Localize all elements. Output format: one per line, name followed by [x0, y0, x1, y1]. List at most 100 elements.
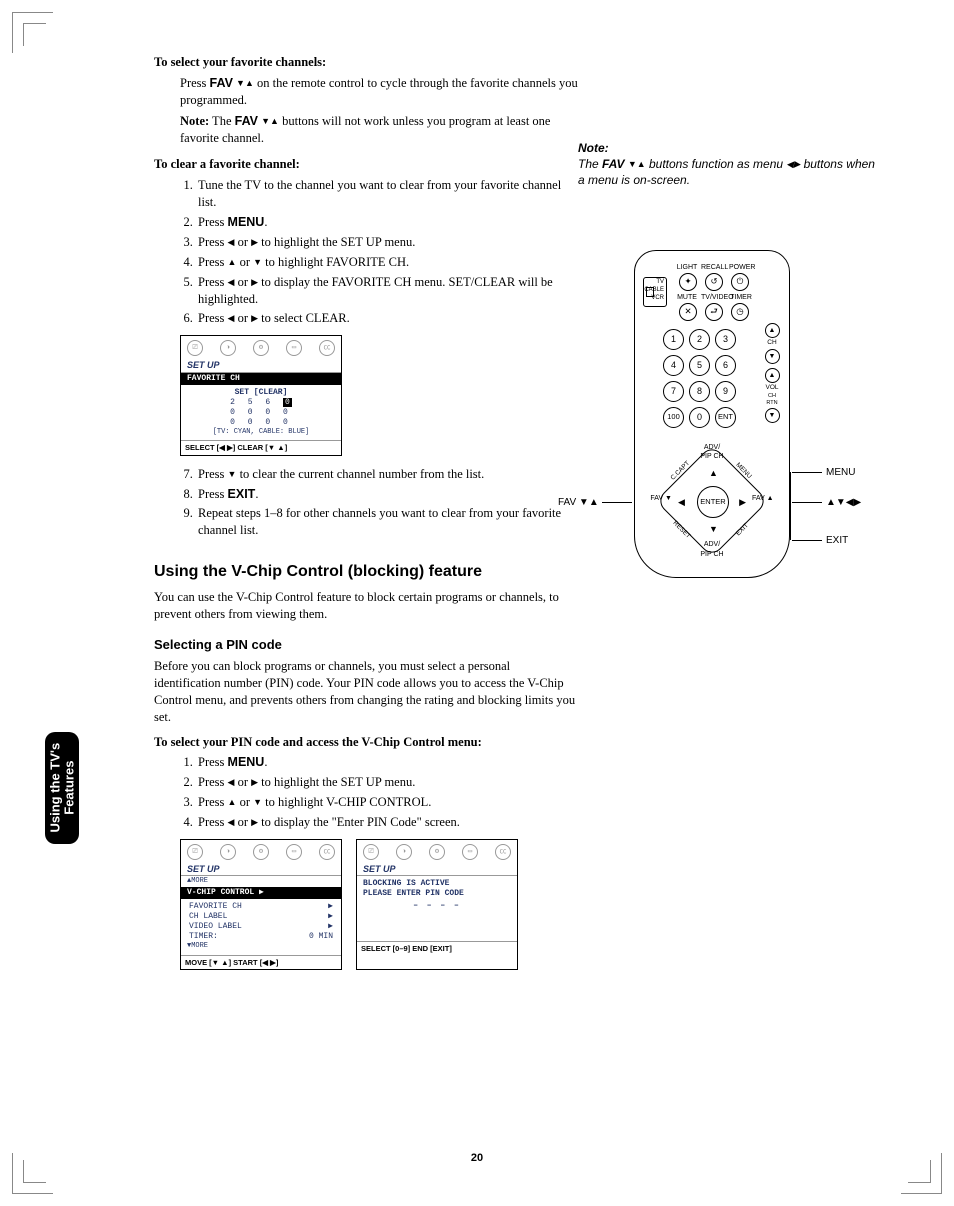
down-up-icon: ▼▲ [236, 79, 254, 88]
pin-step-2: Press ◀ or ▶ to highlight the SET UP men… [196, 774, 578, 791]
down-icon: ▼ [253, 258, 262, 267]
pin-intro: Before you can block programs or channel… [154, 658, 578, 726]
down-up-icon: ▼▲ [628, 160, 646, 169]
osd-selected-row: FAVORITE CH [181, 373, 341, 385]
select-fav-note: Note: The FAV ▼▲ buttons will not work u… [180, 113, 578, 147]
osd-footer: SELECT [◀ ▶] CLEAR [▼ ▲] [181, 440, 341, 454]
clear-fav-steps-cont: Press ▼ to clear the current channel num… [154, 466, 578, 540]
page-number: 20 [0, 1151, 954, 1166]
clear-fav-heading: To clear a favorite channel: [154, 156, 578, 173]
key-4: 4 [663, 355, 684, 376]
vol-label: VOL [763, 384, 781, 393]
vol-down-button: ▼ [765, 408, 780, 423]
clear-fav-steps: Tune the TV to the channel you want to c… [154, 177, 578, 327]
enter-button: ENTER [697, 486, 729, 518]
leader-bracket [790, 472, 791, 540]
osd-icons: ⎚◑⚙▭㏄ [181, 840, 341, 862]
osd-setclear: SET [CLEAR] [187, 388, 335, 398]
osd-enter-pin: ⎚◑⚙▭㏄ SET UP BLOCKING IS ACTIVE PLEASE E… [356, 839, 518, 970]
timer-button: ◷ [731, 303, 749, 321]
note-head: Note: [578, 140, 878, 156]
osd-grid: 2 5 6 0 0 0 0 0 0 0 0 0 [187, 398, 335, 428]
step-9: Repeat steps 1–8 for other channels you … [196, 505, 578, 539]
osd-vchip-menu: ⎚◑⚙▭㏄ SET UP ▲MORE V-CHIP CONTROL ▶ FAVO… [180, 839, 342, 970]
osd-footer: MOVE [▼ ▲] START [◀ ▶] [181, 955, 341, 969]
key-ent: ENT [715, 407, 736, 428]
right-icon: ▶ [251, 238, 258, 247]
osd-title: SET UP [181, 358, 341, 372]
step-7: Press ▼ to clear the current channel num… [196, 466, 578, 483]
pin-step-3: Press ▲ or ▼ to highlight V-CHIP CONTROL… [196, 794, 578, 811]
ext-arrows-label: ▲▼◀▶ [826, 496, 861, 510]
select-fav-para: Press FAV ▼▲ on the remote control to cy… [180, 75, 578, 109]
dpad-left-icon: ◀ [678, 496, 685, 508]
osd-more-dn: ▼MORE [187, 942, 335, 951]
key-3: 3 [715, 329, 736, 350]
osd-icons: ⎚◑⚙▭㏄ [181, 336, 341, 358]
pin-subhead: Selecting a PIN code [154, 636, 578, 654]
mode-switch: TV CABLE VCR [643, 277, 667, 307]
osd-favorite-ch: ⎚◑⚙▭㏄ SET UP FAVORITE CH SET [CLEAR] 2 5… [180, 335, 342, 455]
key-7: 7 [663, 381, 684, 402]
osd-title: SET UP [181, 862, 341, 876]
pin-step-4: Press ◀ or ▶ to display the "Enter PIN C… [196, 814, 578, 831]
mute-button: ✕ [679, 303, 697, 321]
recall-button: ↺ [705, 273, 723, 291]
step-5: Press ◀ or ▶ to display the FAVORITE CH … [196, 274, 578, 308]
osd-title: SET UP [357, 862, 517, 876]
key-5: 5 [689, 355, 710, 376]
step-6: Press ◀ or ▶ to select CLEAR. [196, 310, 578, 327]
tvvideo-button: ⮐ [705, 303, 723, 321]
dpad-up-icon: ▲ [709, 467, 718, 479]
ch-down-button: ▼ [765, 349, 780, 364]
adv-bot-label: ADV/ PIP CH [692, 540, 732, 559]
dpad-down-icon: ▼ [709, 523, 718, 535]
adv-top-label: ADV/ PIP CH [692, 443, 732, 462]
right-icon: ▶ [251, 778, 258, 787]
osd-footer: SELECT [0–9] END [EXIT] [357, 941, 517, 955]
chrtn-label: CH RTN [763, 393, 781, 408]
fav-right-label: FAV ▲ [752, 494, 786, 503]
right-note: Note: The FAV ▼▲ buttons function as men… [578, 140, 878, 189]
pin-step-1: Press MENU. [196, 754, 578, 771]
light-button: ✦ [679, 273, 697, 291]
select-fav-heading: To select your favorite channels: [154, 54, 578, 71]
left-right-icon: ◀▶ [786, 160, 800, 169]
remote-diagram: TV CABLE VCR LIGHT RECALL POWER ✦ ↺ ⏻ MU… [558, 250, 898, 590]
ext-menu-label: MENU [826, 466, 855, 480]
right-icon: ▶ [251, 314, 258, 323]
osd-more-up: ▲MORE [187, 877, 335, 886]
down-icon: ▼ [253, 798, 262, 807]
right-icon: ▶ [251, 278, 258, 287]
dpad-right-icon: ▶ [739, 496, 746, 508]
vol-up-button: ▲ [765, 368, 780, 383]
key-6: 6 [715, 355, 736, 376]
osd-legend: [TV: CYAN, CABLE: BLUE] [187, 428, 335, 437]
osd-selected-row: V-CHIP CONTROL ▶ [181, 887, 341, 899]
pin-steps-head: To select your PIN code and access the V… [154, 734, 578, 751]
ext-exit-label: EXIT [826, 534, 848, 548]
ext-fav-label: FAV ▼▲ [558, 496, 599, 510]
remote-body: TV CABLE VCR LIGHT RECALL POWER ✦ ↺ ⏻ MU… [634, 250, 790, 578]
osd-icons: ⎚◑⚙▭㏄ [357, 840, 517, 862]
vchip-heading: Using the V-Chip Control (blocking) feat… [154, 561, 578, 583]
step-3: Press ◀ or ▶ to highlight the SET UP men… [196, 234, 578, 251]
key-9: 9 [715, 381, 736, 402]
fav-left-label: FAV ▼ [638, 494, 672, 503]
power-button: ⏻ [731, 273, 749, 291]
crop-mark [12, 12, 53, 53]
osd-dashes: – – – – [363, 901, 511, 911]
key-100: 100 [663, 407, 684, 428]
key-0: 0 [689, 407, 710, 428]
down-up-icon: ▼▲ [261, 117, 279, 126]
side-tab-line2: Features [61, 761, 76, 815]
note-body: The FAV ▼▲ buttons function as menu ◀▶ b… [578, 156, 878, 188]
ch-up-button: ▲ [765, 323, 780, 338]
key-1: 1 [663, 329, 684, 350]
osd-line2: PLEASE ENTER PIN CODE [363, 889, 511, 899]
key-8: 8 [689, 381, 710, 402]
vchip-intro: You can use the V-Chip Control feature t… [154, 589, 578, 623]
right-icon: ▶ [251, 818, 258, 827]
key-2: 2 [689, 329, 710, 350]
step-1: Tune the TV to the channel you want to c… [196, 177, 578, 211]
